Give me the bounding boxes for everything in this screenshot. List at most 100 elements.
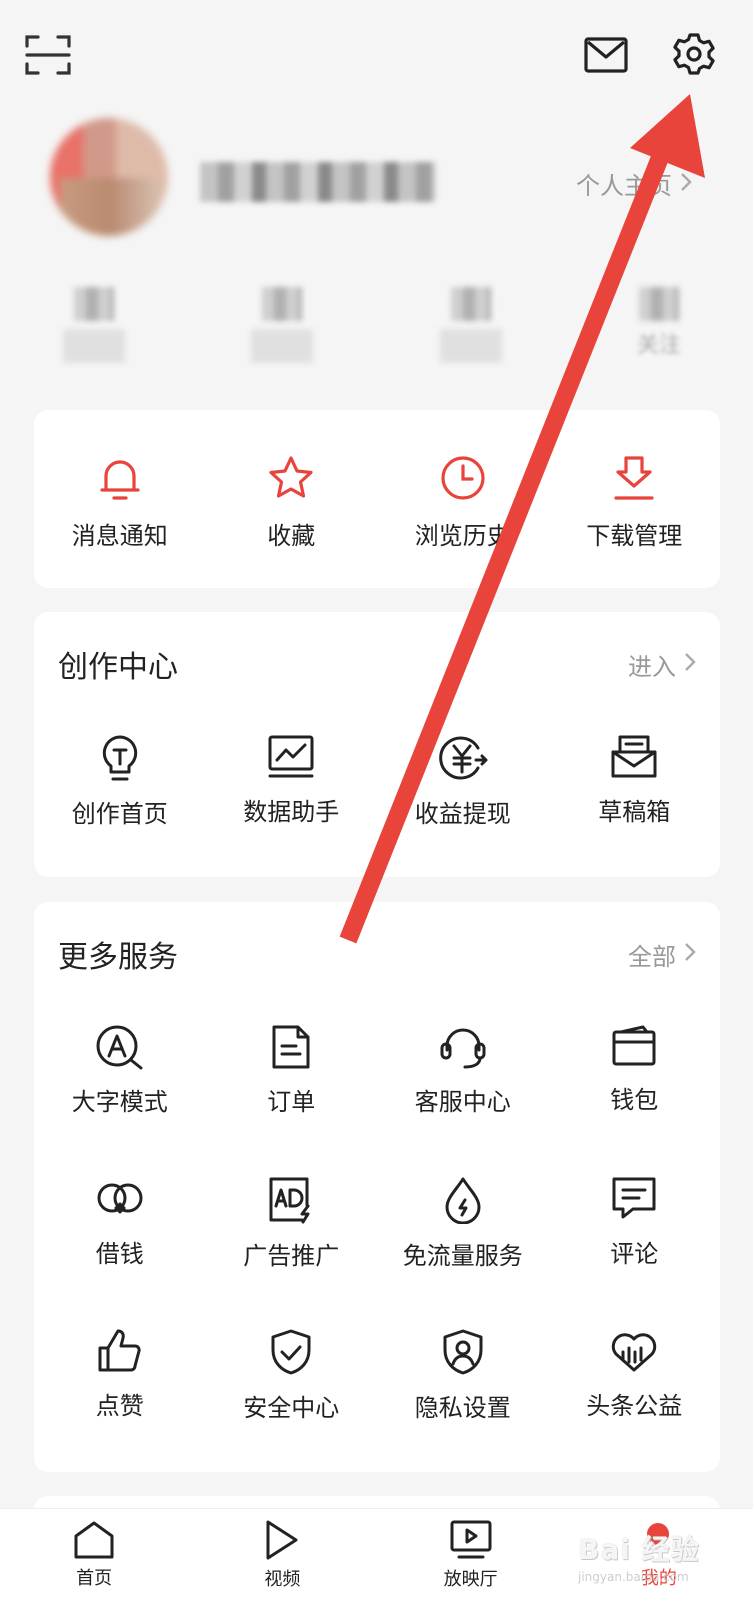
profile-section: 个人主页 关注 xyxy=(0,110,753,400)
play-icon xyxy=(264,1519,300,1561)
quick-action-history[interactable]: 浏览历史 xyxy=(377,454,549,551)
service-ad-promotion[interactable]: 广告推广 xyxy=(206,1176,378,1271)
stat-label-redacted xyxy=(439,329,502,363)
item-label: 收益提现 xyxy=(414,800,511,828)
stat-item-following[interactable]: 关注 xyxy=(565,270,753,380)
bell-icon xyxy=(96,454,144,502)
item-label: 隐私设置 xyxy=(414,1394,511,1422)
data-assistant-item[interactable]: 数据助手 xyxy=(206,734,378,829)
data-free-icon xyxy=(442,1176,484,1224)
headset-icon xyxy=(439,1024,487,1070)
quick-action-label: 收藏 xyxy=(267,522,316,550)
item-label: 免流量服务 xyxy=(402,1242,523,1270)
service-toutiao-charity[interactable]: 头条公益 xyxy=(549,1328,721,1423)
stat-label-following: 关注 xyxy=(636,333,681,358)
star-icon xyxy=(267,454,315,502)
tab-video[interactable]: 视频 xyxy=(188,1509,376,1600)
quick-action-label: 浏览历史 xyxy=(414,522,511,550)
item-label: 钱包 xyxy=(610,1086,659,1114)
stat-value-redacted xyxy=(262,287,303,321)
section-title: 创作中心 xyxy=(58,650,178,685)
stat-value-redacted xyxy=(638,287,679,321)
drafts-item[interactable]: 草稿箱 xyxy=(549,734,721,829)
yuan-icon xyxy=(438,734,488,782)
top-bar xyxy=(0,0,753,110)
item-label: 草稿箱 xyxy=(598,798,671,826)
item-label: 评论 xyxy=(610,1240,659,1268)
tab-label: 视频 xyxy=(264,1568,301,1590)
creation-center-card: 创作中心 进入 创作首页 数据助手 收益提现 草稿箱 xyxy=(34,612,720,877)
service-orders[interactable]: 订单 xyxy=(206,1024,378,1117)
earnings-withdraw-item[interactable]: 收益提现 xyxy=(377,734,549,829)
more-services-card: 更多服务 全部 大字模式 订单 客服中心 钱包 借钱 广告推广 免流量服务 评论… xyxy=(34,902,720,1472)
stat-item[interactable] xyxy=(0,270,188,380)
item-label: 借钱 xyxy=(95,1240,144,1268)
service-privacy-settings[interactable]: 隐私设置 xyxy=(377,1328,549,1423)
stat-label-redacted xyxy=(251,329,314,363)
item-label: 订单 xyxy=(267,1088,316,1116)
username-redacted xyxy=(200,162,436,202)
tab-label: 放映厅 xyxy=(443,1568,498,1590)
quick-action-notifications[interactable]: 消息通知 xyxy=(34,454,206,551)
chevron-right-icon xyxy=(684,940,696,968)
watermark-url: jingyan.baidu.com xyxy=(578,1570,689,1584)
avatar[interactable] xyxy=(50,118,168,236)
tab-label: 首页 xyxy=(76,1567,113,1589)
bulb-icon xyxy=(98,734,142,782)
stat-item[interactable] xyxy=(377,270,565,380)
home-icon xyxy=(73,1520,115,1560)
item-label: 数据助手 xyxy=(243,798,340,826)
service-customer-center[interactable]: 客服中心 xyxy=(377,1024,549,1117)
wallet-icon xyxy=(611,1024,657,1068)
stat-item[interactable] xyxy=(188,270,376,380)
tab-screening-hall[interactable]: 放映厅 xyxy=(377,1509,565,1600)
quick-action-label: 消息通知 xyxy=(71,522,168,550)
loan-icon xyxy=(95,1176,145,1222)
homepage-label: 个人主页 xyxy=(576,172,672,200)
order-icon xyxy=(271,1024,311,1070)
download-icon xyxy=(610,454,658,502)
stat-value-redacted xyxy=(74,287,115,321)
stat-label-redacted xyxy=(63,329,126,363)
item-label: 安全中心 xyxy=(243,1394,340,1422)
tab-home[interactable]: 首页 xyxy=(0,1509,188,1600)
chevron-right-icon xyxy=(680,170,692,198)
item-label: 创作首页 xyxy=(71,800,168,828)
quick-action-label: 下载管理 xyxy=(586,522,683,550)
watermark: Bai 经验 xyxy=(578,1533,700,1566)
thumb-up-icon xyxy=(97,1328,143,1374)
quick-action-favorites[interactable]: 收藏 xyxy=(206,454,378,551)
shield-check-icon xyxy=(270,1328,312,1376)
service-large-font[interactable]: 大字模式 xyxy=(34,1024,206,1117)
quick-actions-card: 消息通知 收藏 浏览历史 下载管理 xyxy=(34,410,720,588)
service-loan[interactable]: 借钱 xyxy=(34,1176,206,1271)
profile-stats: 关注 xyxy=(0,270,753,380)
privacy-icon xyxy=(442,1328,484,1376)
enter-link[interactable]: 进入 xyxy=(628,647,696,682)
service-data-free[interactable]: 免流量服务 xyxy=(377,1176,549,1271)
large-font-icon xyxy=(95,1024,145,1070)
creator-home-item[interactable]: 创作首页 xyxy=(34,734,206,829)
item-label: 点赞 xyxy=(95,1392,144,1420)
mail-icon[interactable] xyxy=(584,36,628,74)
item-label: 广告推广 xyxy=(243,1242,340,1270)
ad-icon xyxy=(268,1176,314,1224)
chevron-right-icon xyxy=(684,650,696,678)
all-services-link[interactable]: 全部 xyxy=(628,937,696,972)
service-wallet[interactable]: 钱包 xyxy=(549,1024,721,1117)
scan-icon[interactable] xyxy=(24,32,72,78)
personal-homepage-link[interactable]: 个人主页 xyxy=(576,166,692,201)
service-comments[interactable]: 评论 xyxy=(549,1176,721,1271)
drafts-icon xyxy=(610,734,658,780)
charity-icon xyxy=(609,1328,659,1374)
service-likes[interactable]: 点赞 xyxy=(34,1328,206,1423)
service-security-center[interactable]: 安全中心 xyxy=(206,1328,378,1423)
all-label: 全部 xyxy=(628,942,676,971)
section-title: 更多服务 xyxy=(58,940,178,975)
clock-icon xyxy=(439,454,487,502)
chart-monitor-icon xyxy=(267,734,315,780)
quick-action-downloads[interactable]: 下载管理 xyxy=(549,454,721,551)
item-label: 头条公益 xyxy=(586,1392,683,1420)
gear-icon[interactable] xyxy=(672,32,716,76)
stat-value-redacted xyxy=(450,287,491,321)
